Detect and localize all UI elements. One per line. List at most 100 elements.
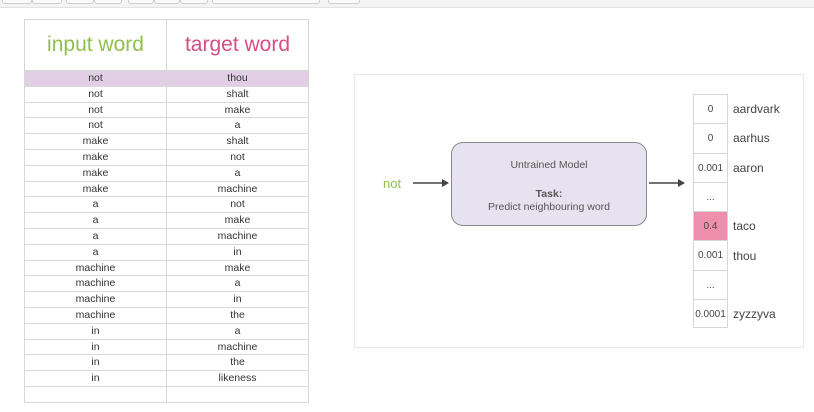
model-title: Untrained Model bbox=[510, 159, 588, 171]
output-probability-cell: 0 bbox=[694, 123, 727, 152]
input-word-cell: make bbox=[25, 134, 167, 149]
target-word-cell: in bbox=[233, 293, 242, 306]
input-word-cell: a bbox=[25, 197, 167, 213]
input-word-cell: make bbox=[25, 165, 167, 181]
output-word-label: aardvark bbox=[733, 102, 780, 116]
output-probability-cell: 0.0001 bbox=[694, 299, 727, 329]
target-word-cell: shalt bbox=[226, 87, 249, 100]
table-row: in machine bbox=[25, 339, 308, 356]
input-word-cell: not bbox=[25, 102, 167, 118]
target-word-cell: make bbox=[224, 103, 251, 116]
training-pairs-table: input word target word not thou not shalt no… bbox=[24, 19, 309, 403]
target-word-cell: a bbox=[234, 277, 241, 290]
output-probability-cell: 0.4 bbox=[694, 211, 727, 241]
table-row bbox=[25, 386, 308, 403]
target-word-cell: likeness bbox=[218, 372, 257, 385]
toolbar-field[interactable] bbox=[212, 0, 320, 4]
input-word-cell bbox=[25, 386, 167, 402]
output-word-label: thou bbox=[733, 248, 757, 263]
output-word-label: aaron bbox=[733, 160, 764, 175]
input-word-cell: not bbox=[25, 71, 167, 86]
input-arrow bbox=[413, 179, 449, 187]
target-word-cell: machine bbox=[217, 229, 258, 242]
target-word-cell: not bbox=[230, 198, 245, 211]
table-row: a in bbox=[25, 244, 308, 261]
input-word-cell: a bbox=[25, 244, 167, 260]
input-word-cell: a bbox=[25, 213, 167, 228]
toolbar-button[interactable] bbox=[328, 0, 360, 4]
table-row: not make bbox=[25, 102, 308, 119]
table-row: machine a bbox=[25, 276, 308, 293]
table-row: machine the bbox=[25, 307, 308, 324]
toolbar-button[interactable] bbox=[32, 0, 62, 4]
table-row: in the bbox=[25, 355, 308, 372]
input-word-cell: a bbox=[25, 228, 167, 244]
target-word-cell: make bbox=[224, 261, 251, 274]
table-row: a not bbox=[25, 197, 308, 214]
output-word-label: aarhus bbox=[733, 131, 770, 146]
target-word-cell: make bbox=[224, 214, 251, 227]
toolbar-button[interactable] bbox=[66, 0, 94, 4]
untrained-model-box: Untrained Model Task: Predict neighbouri… bbox=[451, 142, 647, 226]
table-row: not shalt bbox=[25, 86, 308, 103]
toolbar-button[interactable] bbox=[128, 0, 154, 4]
output-arrow bbox=[649, 179, 685, 187]
table-row: not a bbox=[25, 118, 308, 135]
target-word-cell: the bbox=[230, 308, 245, 321]
target-word-cell: a bbox=[234, 119, 241, 132]
table-row: not thou bbox=[25, 71, 308, 87]
target-word-cell: in bbox=[233, 245, 242, 258]
input-word-cell: in bbox=[25, 323, 167, 339]
output-probability-cell: 0.001 bbox=[694, 152, 727, 182]
toolbar-button[interactable] bbox=[2, 0, 32, 4]
input-word-cell: not bbox=[25, 118, 167, 134]
table-row: make shalt bbox=[25, 134, 308, 150]
model-task-description: Predict neighbouring word bbox=[488, 201, 610, 213]
input-word: not bbox=[383, 176, 402, 191]
output-probability-cell: 0 bbox=[694, 94, 727, 123]
target-word-cell: a bbox=[234, 324, 241, 337]
output-word-label: taco bbox=[733, 219, 756, 234]
input-word-header: input word bbox=[25, 20, 167, 70]
target-word-cell: a bbox=[234, 166, 241, 179]
input-word-cell: machine bbox=[25, 276, 167, 292]
table-header: input word target word bbox=[25, 20, 308, 71]
target-word-header: target word bbox=[184, 33, 291, 56]
output-probability-cell: 0.001 bbox=[694, 240, 727, 269]
target-word-cell bbox=[167, 387, 308, 402]
input-word-cell: machine bbox=[25, 307, 167, 323]
input-word-cell: not bbox=[25, 86, 167, 102]
input-word-cell: make bbox=[25, 181, 167, 197]
table-row: machine in bbox=[25, 292, 308, 308]
target-word-cell: machine bbox=[217, 340, 258, 353]
toolbar-button[interactable] bbox=[94, 0, 122, 4]
table-row: make a bbox=[25, 165, 308, 182]
target-word-cell: not bbox=[230, 150, 245, 163]
output-word-label: zyzzyva bbox=[733, 307, 776, 322]
target-word-cell: thou bbox=[227, 72, 248, 84]
output-probability-cell: ... bbox=[694, 181, 727, 211]
input-word-cell: machine bbox=[25, 260, 167, 276]
output-probability-cell: ... bbox=[694, 269, 727, 299]
table-row: make not bbox=[25, 149, 308, 166]
toolbar-button[interactable] bbox=[154, 0, 180, 4]
output-probabilities: 0 0 0.001... 0.4 0.001... 0.0001 bbox=[693, 94, 728, 329]
table-row: in likeness bbox=[25, 371, 308, 387]
target-word-cell: machine bbox=[217, 182, 258, 195]
target-word-cell: the bbox=[230, 356, 245, 369]
table-row: machine make bbox=[25, 260, 308, 277]
model-task-label: Task: bbox=[535, 188, 563, 200]
input-word-cell: make bbox=[25, 149, 167, 165]
table-row: a make bbox=[25, 213, 308, 229]
table-row: make machine bbox=[25, 181, 308, 198]
toolbar bbox=[0, 0, 814, 8]
target-word-cell: shalt bbox=[226, 135, 249, 148]
input-word-cell: machine bbox=[25, 292, 167, 307]
input-word-cell: in bbox=[25, 355, 167, 371]
table-row: a machine bbox=[25, 228, 308, 245]
table-body: not thou not shalt not make not a make shalt make n… bbox=[25, 71, 308, 403]
table-row: in a bbox=[25, 323, 308, 340]
toolbar-button[interactable] bbox=[180, 0, 208, 4]
input-word-cell: in bbox=[25, 371, 167, 386]
input-word-cell: in bbox=[25, 339, 167, 355]
